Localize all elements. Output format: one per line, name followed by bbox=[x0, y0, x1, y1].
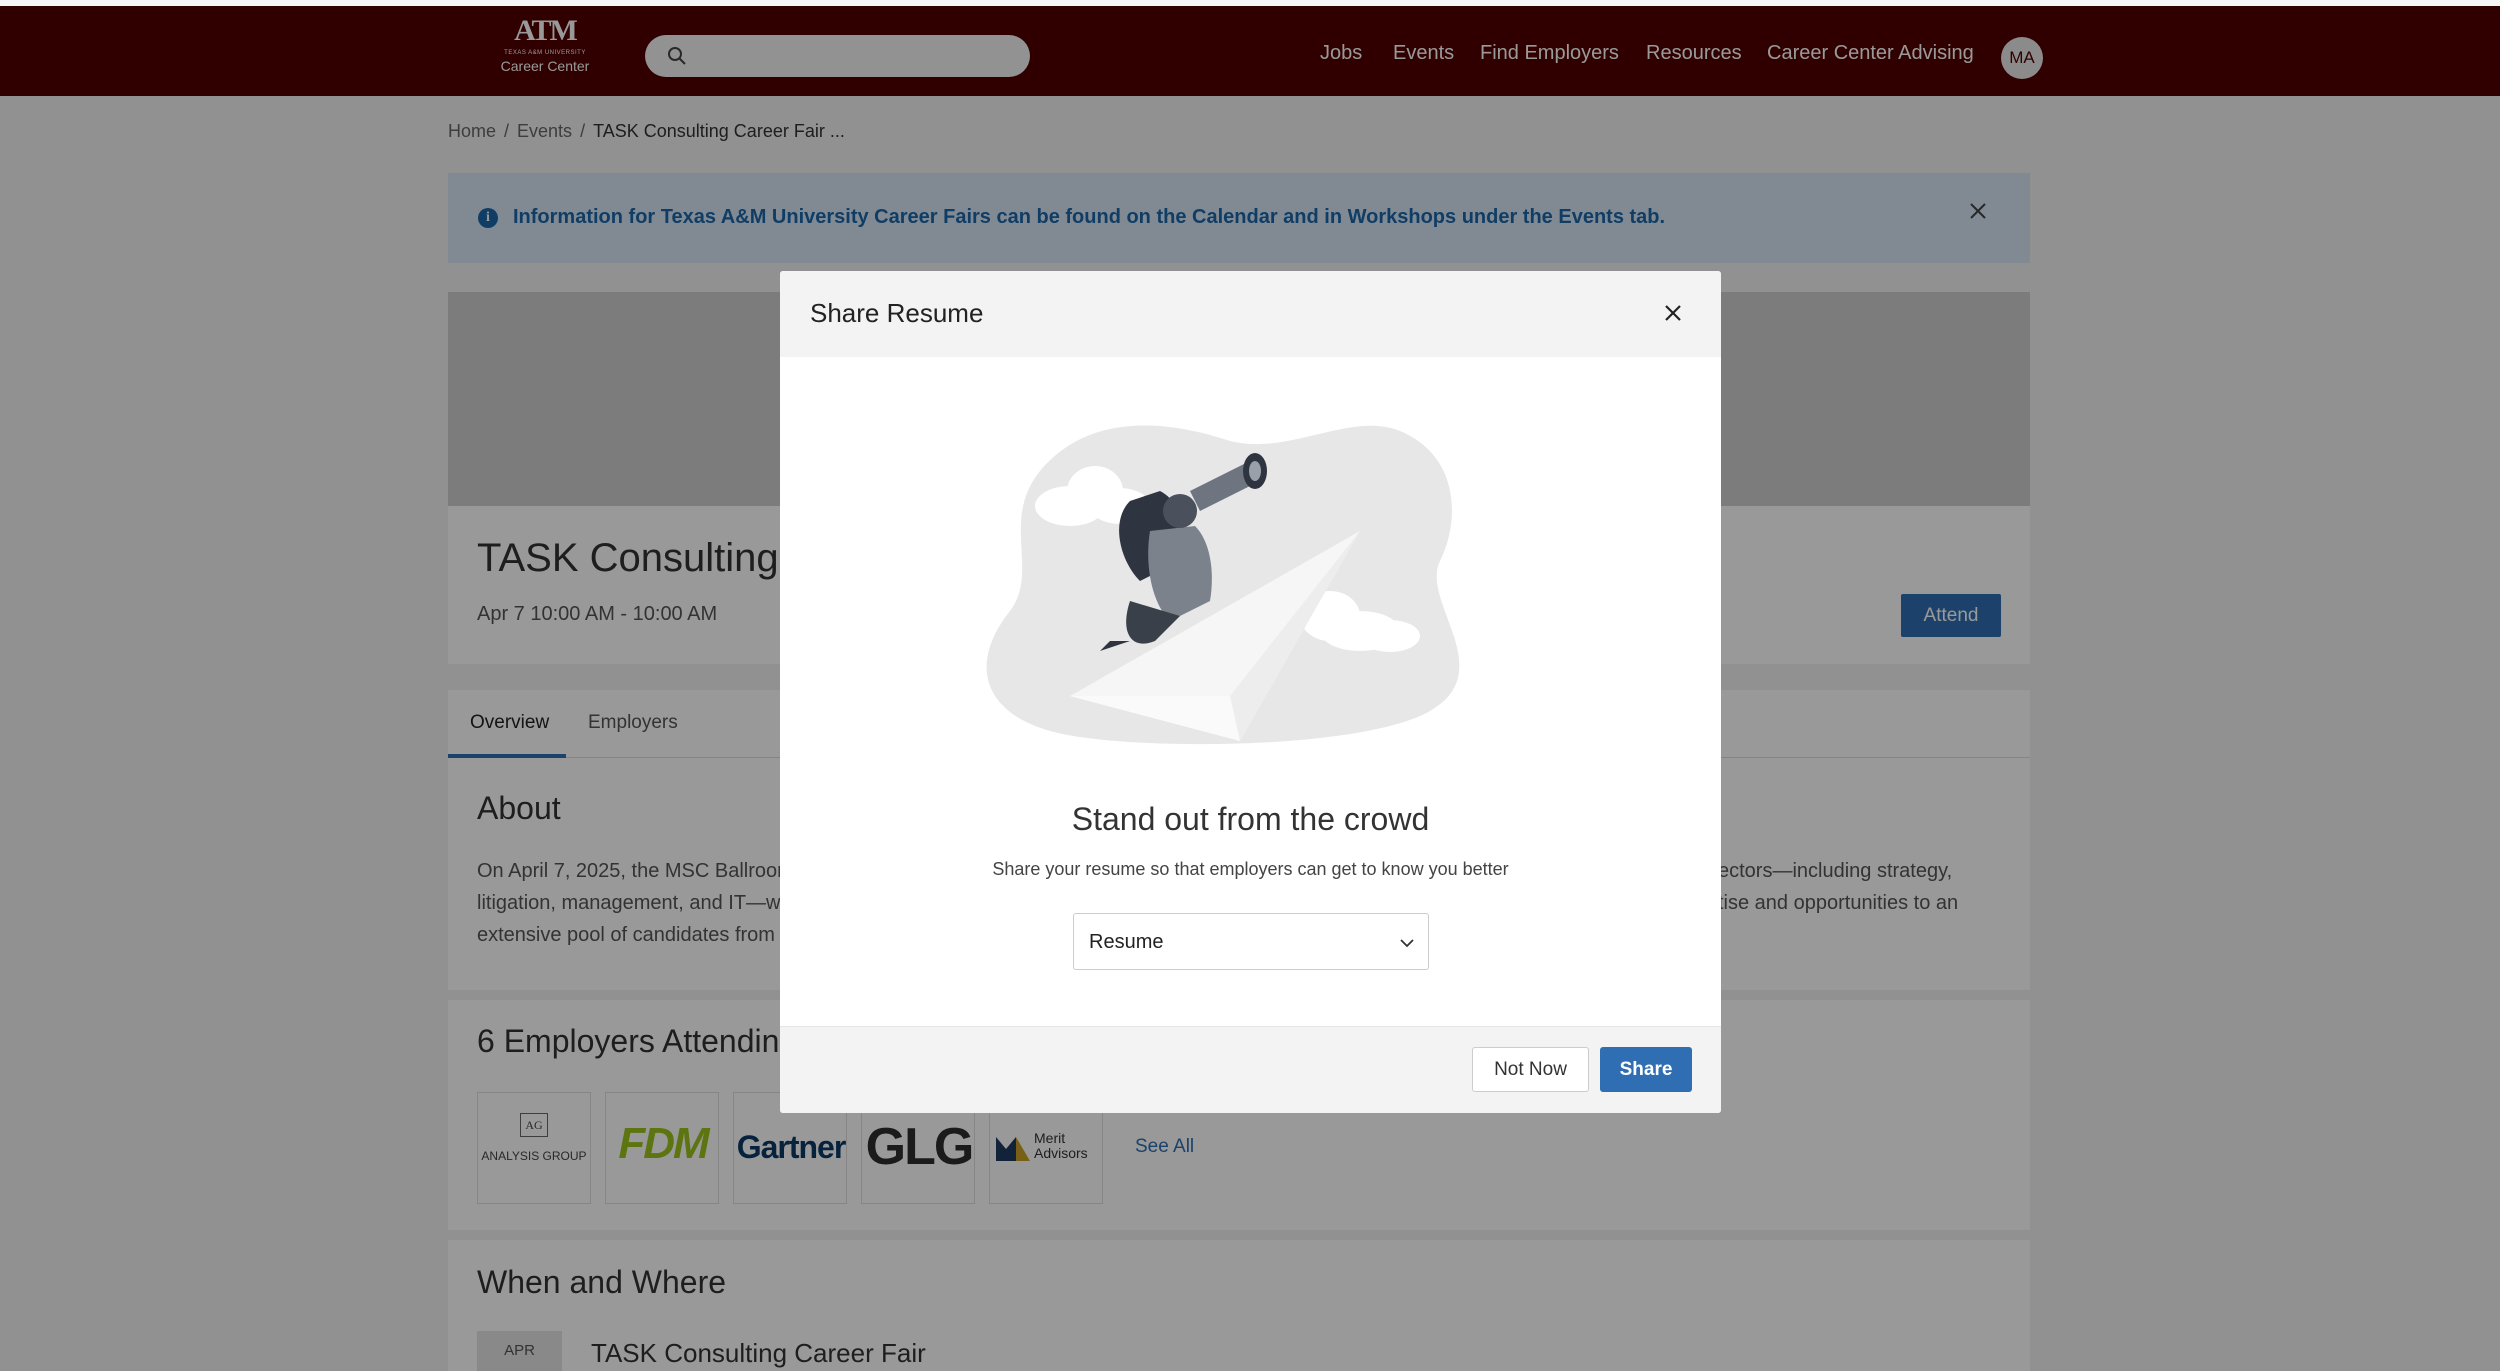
resume-select-value: Resume bbox=[1089, 931, 1164, 953]
telescope-woman-illustration bbox=[986, 425, 1460, 745]
resume-select[interactable]: Resume bbox=[1073, 913, 1429, 970]
not-now-button[interactable]: Not Now bbox=[1472, 1047, 1589, 1092]
modal-footer: Not Now Share bbox=[780, 1026, 1721, 1113]
modal-heading: Stand out from the crowd bbox=[1071, 801, 1430, 837]
modal-title: Share Resume bbox=[810, 298, 984, 328]
chevron-down-icon bbox=[1400, 939, 1414, 948]
modal-header: Share Resume bbox=[780, 271, 1721, 357]
close-icon[interactable] bbox=[1657, 297, 1689, 329]
modal-subtext: Share your resume so that employers can … bbox=[992, 859, 1509, 879]
share-resume-modal: Share Resume Stand out from the crowd Sh… bbox=[780, 271, 1721, 1113]
share-button[interactable]: Share bbox=[1600, 1047, 1692, 1092]
